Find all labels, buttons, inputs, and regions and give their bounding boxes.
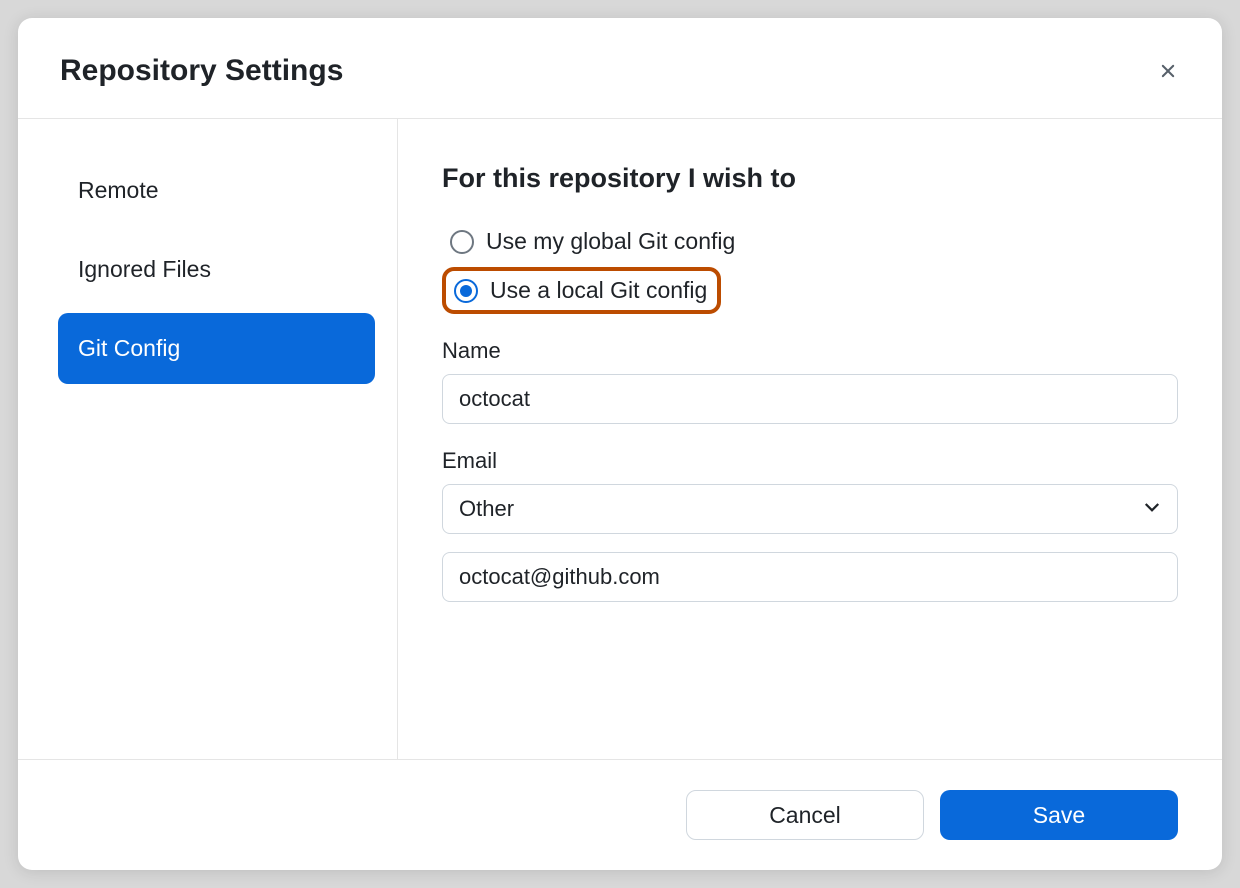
sidebar-item-ignored-files[interactable]: Ignored Files <box>58 234 375 305</box>
email-value-group <box>442 552 1178 602</box>
repository-settings-dialog: Repository Settings Remote Ignored Files… <box>18 18 1222 870</box>
sidebar-item-git-config[interactable]: Git Config <box>58 313 375 384</box>
content-heading: For this repository I wish to <box>442 163 1178 194</box>
email-select[interactable] <box>442 484 1178 534</box>
dialog-header: Repository Settings <box>18 18 1222 119</box>
settings-sidebar: Remote Ignored Files Git Config <box>18 119 398 759</box>
close-button[interactable] <box>1156 59 1180 83</box>
radio-use-local-config[interactable]: Use a local Git config <box>442 267 721 314</box>
radio-use-global-config[interactable]: Use my global Git config <box>442 222 1178 261</box>
dialog-title: Repository Settings <box>60 54 343 88</box>
sidebar-item-remote[interactable]: Remote <box>58 155 375 226</box>
email-input[interactable] <box>442 552 1178 602</box>
email-select-wrapper <box>442 484 1178 534</box>
sidebar-item-label: Ignored Files <box>78 256 211 282</box>
email-field-group: Email <box>442 448 1178 534</box>
cancel-button[interactable]: Cancel <box>686 790 924 840</box>
name-input[interactable] <box>442 374 1178 424</box>
radio-label: Use my global Git config <box>486 228 735 255</box>
radio-icon <box>454 279 478 303</box>
dialog-footer: Cancel Save <box>18 759 1222 870</box>
dialog-body: Remote Ignored Files Git Config For this… <box>18 119 1222 759</box>
radio-label: Use a local Git config <box>490 277 707 304</box>
email-label: Email <box>442 448 1178 474</box>
git-config-scope-radio-group: Use my global Git config Use a local Git… <box>442 222 1178 314</box>
save-button[interactable]: Save <box>940 790 1178 840</box>
radio-icon <box>450 230 474 254</box>
sidebar-item-label: Remote <box>78 177 159 203</box>
name-field-group: Name <box>442 338 1178 424</box>
sidebar-item-label: Git Config <box>78 335 180 361</box>
name-label: Name <box>442 338 1178 364</box>
close-icon <box>1157 60 1179 82</box>
settings-content: For this repository I wish to Use my glo… <box>398 119 1222 759</box>
